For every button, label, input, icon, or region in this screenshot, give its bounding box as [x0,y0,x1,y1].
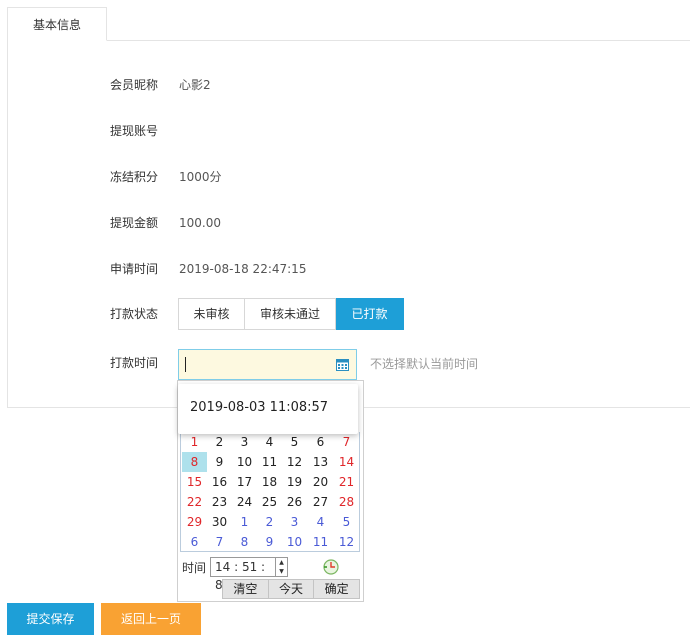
calendar-day[interactable]: 16 [207,472,232,492]
autocomplete-suggestion[interactable]: 2019-08-03 11:08:57 [178,384,358,434]
calendar-day[interactable]: 15 [182,472,207,492]
field-row-account: 提现账号 [8,121,608,141]
field-label: 打款时间 [110,356,159,370]
calendar-day[interactable]: 3 [232,432,257,452]
today-button[interactable]: 今天 [268,579,315,599]
calendar-day[interactable]: 4 [257,432,282,452]
calendar-day[interactable]: 18 [257,472,282,492]
field-value: 100.00 [179,216,221,230]
calendar-day[interactable]: 2 [257,512,282,532]
calendar-day[interactable]: 11 [308,532,333,552]
calendar-day[interactable]: 9 [257,532,282,552]
time-label: 时间 [182,561,207,575]
tab-bar: 基本信息 [7,7,690,41]
calendar-day[interactable]: 17 [232,472,257,492]
clear-button[interactable]: 清空 [222,579,269,599]
pay-status-selector: 未审核 审核未通过 已打款 [178,298,404,330]
field-label: 提现金额 [110,216,159,230]
calendar-day[interactable]: 25 [257,492,282,512]
calendar-grid: 1 2 3 4 5 6 7 8 9 10 11 12 13 14 15 16 17 18 19 20 21 22 23 24 2… [180,432,360,552]
calendar-day[interactable]: 4 [308,512,333,532]
calendar-day[interactable]: 9 [207,452,232,472]
field-label: 冻结积分 [110,170,159,184]
field-row-apply-time: 申请时间 2019-08-18 22:47:15 [8,259,608,279]
time-spinner[interactable]: ▲ ▼ [276,557,288,577]
submit-button[interactable]: 提交保存 [7,603,94,635]
pay-time-input[interactable] [178,349,357,380]
spin-down-icon[interactable]: ▼ [276,567,287,576]
calendar-day[interactable]: 8 [182,452,207,472]
calendar-day[interactable]: 7 [207,532,232,552]
calendar-icon[interactable] [336,358,349,371]
calendar-day[interactable]: 11 [257,452,282,472]
calendar-day[interactable]: 10 [282,532,307,552]
datepicker-buttons: 清空 今天 确定 [222,579,361,599]
pay-time-hint: 不选择默认当前时间 [370,357,479,371]
calendar-day[interactable]: 1 [232,512,257,532]
field-value: 2019-08-18 22:47:15 [179,262,307,276]
status-option-paid[interactable]: 已打款 [336,298,404,330]
text-caret [185,357,186,372]
calendar-day[interactable]: 23 [207,492,232,512]
status-option-unreviewed[interactable]: 未审核 [178,298,245,330]
field-label: 提现账号 [110,124,159,138]
calendar-day[interactable]: 3 [282,512,307,532]
field-label: 会员昵称 [110,78,159,92]
ok-button[interactable]: 确定 [314,579,361,599]
calendar-day[interactable]: 2 [207,432,232,452]
calendar-day[interactable]: 22 [182,492,207,512]
calendar-day[interactable]: 21 [334,472,359,492]
calendar-day[interactable]: 12 [334,532,359,552]
calendar-day[interactable]: 6 [182,532,207,552]
calendar-day[interactable]: 19 [282,472,307,492]
calendar-day[interactable]: 26 [282,492,307,512]
calendar-day[interactable]: 6 [308,432,333,452]
field-value: 1000分 [179,170,222,184]
back-button[interactable]: 返回上一页 [101,603,201,635]
calendar-day[interactable]: 8 [232,532,257,552]
status-option-rejected[interactable]: 审核未通过 [245,298,336,330]
calendar-day[interactable]: 28 [334,492,359,512]
calendar-day[interactable]: 14 [334,452,359,472]
calendar-day[interactable]: 13 [308,452,333,472]
calendar-day[interactable]: 20 [308,472,333,492]
calendar-day[interactable]: 7 [334,432,359,452]
calendar-day[interactable]: 29 [182,512,207,532]
calendar-day[interactable]: 5 [282,432,307,452]
calendar-day[interactable]: 10 [232,452,257,472]
field-row-nickname: 会员昵称 心影2 [8,75,608,95]
calendar-day[interactable]: 27 [308,492,333,512]
field-value: 心影2 [179,78,211,92]
field-label: 打款状态 [110,307,159,321]
field-row-amount: 提现金额 100.00 [8,213,608,233]
calendar-day[interactable]: 5 [334,512,359,532]
time-input[interactable]: 14 : 51 : 8 [210,557,276,592]
field-label: 申请时间 [110,262,159,276]
time-bar: 时间 14 : 51 : 8 ▲ ▼ [180,556,362,592]
calendar-day[interactable]: 12 [282,452,307,472]
tab-basic-info[interactable]: 基本信息 [7,7,107,41]
clock-reset-icon[interactable] [322,558,340,576]
calendar-day[interactable]: 30 [207,512,232,532]
field-row-frozen-points: 冻结积分 1000分 [8,167,608,187]
calendar-day[interactable]: 24 [232,492,257,512]
spin-up-icon[interactable]: ▲ [276,558,287,567]
calendar-day[interactable]: 1 [182,432,207,452]
